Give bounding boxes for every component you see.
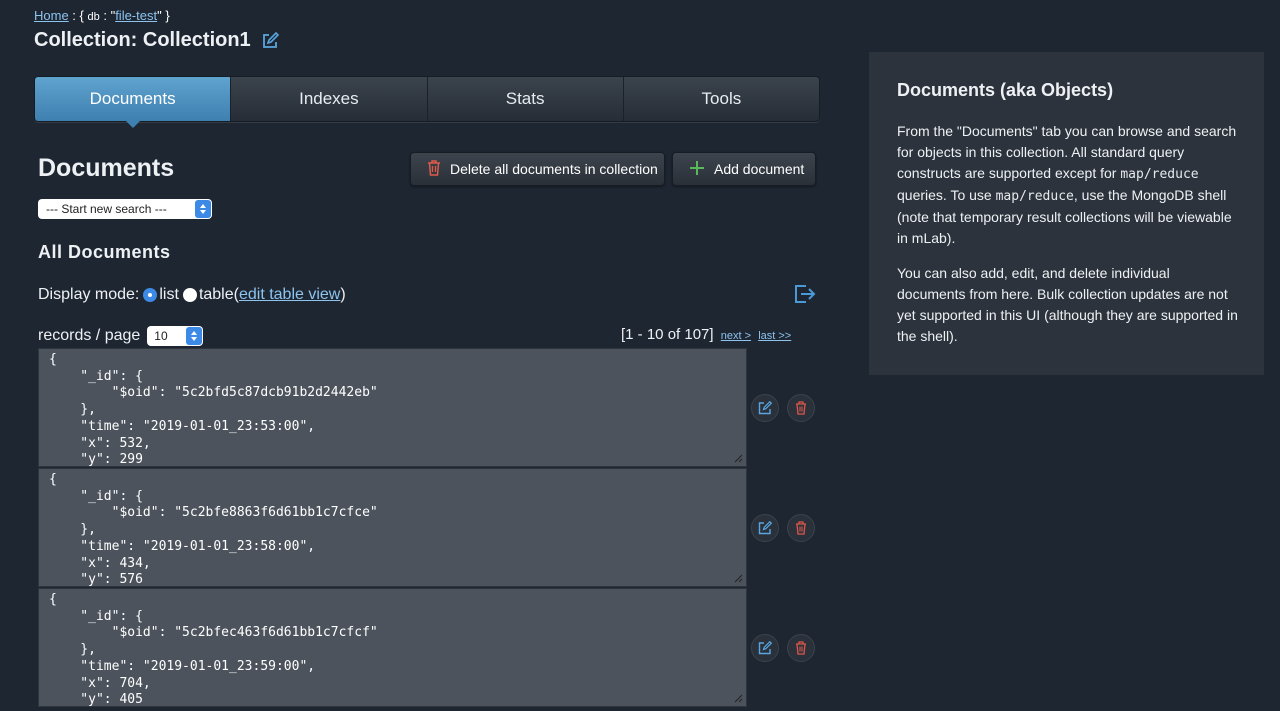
documents-heading: Documents — [38, 154, 175, 182]
document-textarea[interactable]: { "_id": { "$oid": "5c2bfe8863f6d61bb1c7… — [38, 468, 747, 587]
document-json: { "_id": { "$oid": "5c2bfd5c87dcb91b2d24… — [49, 352, 378, 467]
breadcrumb-sep: : { — [68, 8, 88, 23]
trash-icon — [796, 521, 806, 535]
table-label: table — [198, 286, 234, 303]
help-panel-title: Documents (aka Objects) — [897, 80, 1114, 100]
pencil-square-icon — [758, 401, 772, 415]
delete-document-button[interactable] — [787, 514, 815, 542]
page-title: Collection: Collection1 — [34, 29, 279, 52]
help-panel: Documents (aka Objects) From the "Docume… — [869, 52, 1264, 375]
records-per-page-select[interactable]: 10 — [147, 326, 204, 346]
trash-icon — [427, 159, 441, 179]
export-icon[interactable] — [794, 284, 816, 304]
document-json: { "_id": { "$oid": "5c2bfec463f6d61bb1c7… — [49, 592, 378, 707]
table-radio[interactable] — [182, 288, 197, 302]
resize-grip-icon[interactable] — [734, 574, 743, 583]
edit-document-button[interactable] — [751, 634, 779, 662]
pager: [1 - 10 of 107] next > last >> — [621, 326, 791, 343]
breadcrumb-home-link[interactable]: Home — [34, 8, 69, 23]
collection-tabs: Documents Indexes Stats Tools — [34, 76, 820, 128]
trash-icon — [796, 641, 806, 655]
records-per-page-label: records / page — [38, 327, 141, 344]
breadcrumb: Home : { db : "file-test" } — [34, 8, 170, 23]
help-panel-paragraph: From the "Documents" tab you can browse … — [897, 123, 1237, 246]
search-select-value: --- Start new search --- — [46, 202, 167, 216]
delete-document-button[interactable] — [787, 394, 815, 422]
add-document-label: Add document — [714, 161, 805, 177]
plus-icon — [689, 160, 705, 179]
breadcrumb-db-key: db — [87, 11, 100, 23]
tab-stats[interactable]: Stats — [428, 77, 624, 121]
display-mode: Display mode: list table ( edit table vi… — [38, 286, 346, 304]
all-documents-heading: All Documents — [38, 242, 171, 262]
list-radio[interactable] — [143, 288, 158, 302]
last-page-link[interactable]: last >> — [758, 330, 791, 342]
pager-range: [1 - 10 of 107] — [621, 326, 714, 343]
resize-grip-icon[interactable] — [734, 694, 743, 703]
display-mode-label: Display mode: — [38, 286, 140, 303]
select-arrows-icon — [195, 200, 211, 218]
search-select[interactable]: --- Start new search --- — [38, 199, 212, 219]
tab-tools[interactable]: Tools — [624, 77, 819, 121]
document-textarea[interactable]: { "_id": { "$oid": "5c2bfec463f6d61bb1c7… — [38, 588, 747, 707]
delete-all-documents-button[interactable]: Delete all documents in collection — [410, 152, 665, 186]
resize-grip-icon[interactable] — [734, 454, 743, 463]
page-title-text: Collection: Collection1 — [34, 29, 251, 51]
pencil-square-icon — [758, 521, 772, 535]
delete-document-button[interactable] — [787, 634, 815, 662]
pencil-square-icon — [758, 641, 772, 655]
pencil-square-icon[interactable] — [261, 31, 279, 50]
edit-document-button[interactable] — [751, 514, 779, 542]
breadcrumb-sep: " } — [157, 8, 170, 23]
edit-document-button[interactable] — [751, 394, 779, 422]
next-page-link[interactable]: next > — [721, 330, 751, 342]
records-per-page-value: 10 — [154, 329, 168, 343]
paren-close: ) — [340, 286, 346, 303]
list-label: list — [159, 286, 179, 303]
select-arrows-icon — [186, 327, 203, 345]
delete-all-label: Delete all documents in collection — [450, 161, 658, 177]
breadcrumb-sep: : " — [99, 8, 116, 23]
tab-documents[interactable]: Documents — [35, 77, 232, 128]
document-json: { "_id": { "$oid": "5c2bfe8863f6d61bb1c7… — [49, 472, 378, 587]
tab-indexes[interactable]: Indexes — [231, 77, 428, 121]
edit-table-view-link[interactable]: edit table view — [239, 286, 340, 304]
trash-icon — [796, 401, 806, 415]
help-panel-paragraph: You can also add, edit, and delete indiv… — [897, 265, 1238, 344]
breadcrumb-db-link[interactable]: file-test — [115, 8, 157, 23]
add-document-button[interactable]: Add document — [672, 152, 816, 186]
document-textarea[interactable]: { "_id": { "$oid": "5c2bfd5c87dcb91b2d24… — [38, 348, 747, 467]
records-per-page: records / page 10 — [38, 326, 204, 346]
